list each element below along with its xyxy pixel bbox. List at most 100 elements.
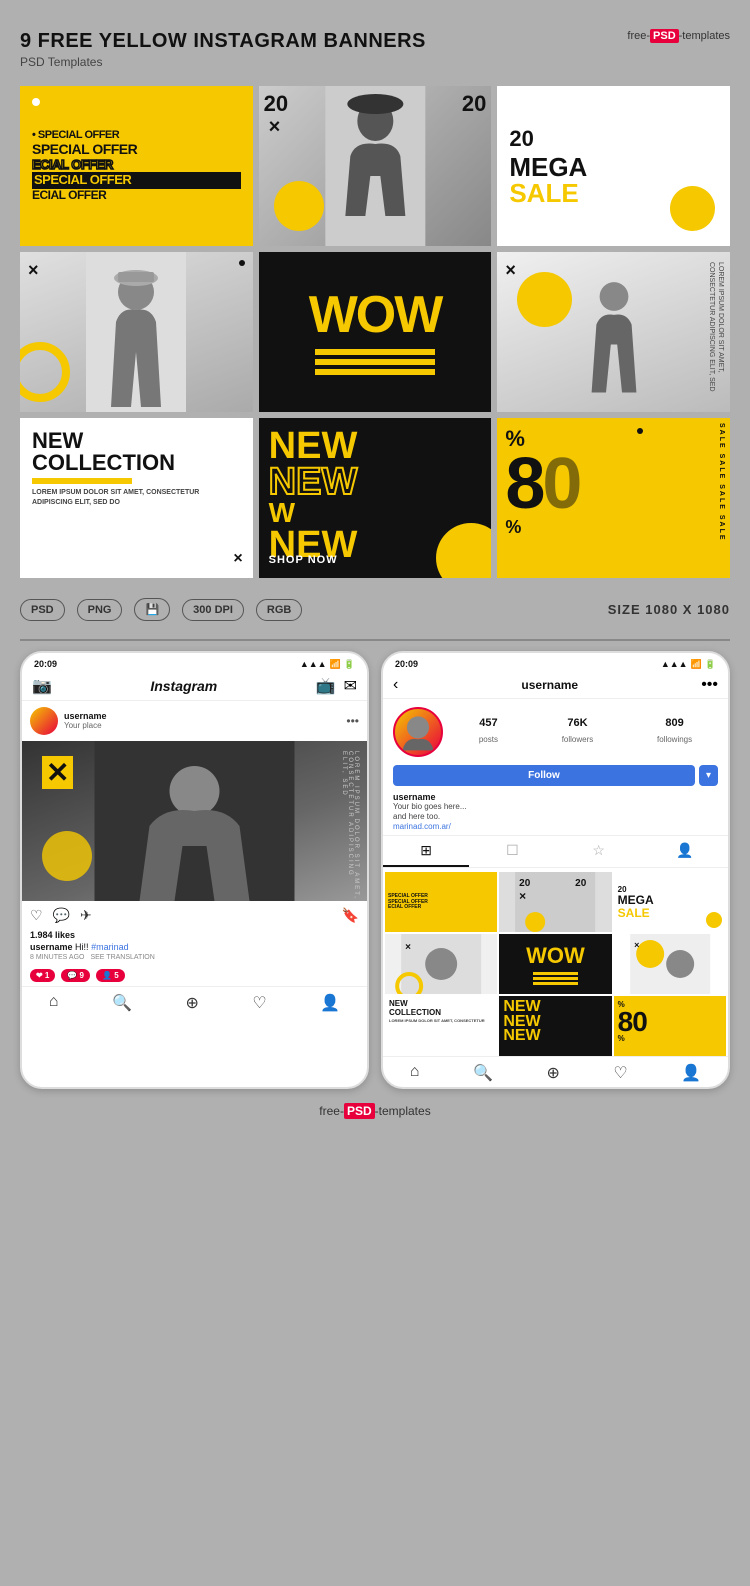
wifi-icon: 📶 [330,659,341,670]
status-icons-left: ▲▲▲ 📶 🔋 [300,659,355,670]
post-img-cross: ✕ [42,756,73,789]
dot-decoration [32,98,40,106]
back-icon[interactable]: ‹ [393,676,398,694]
profile-icon-r[interactable]: 👤 [681,1063,701,1083]
banner8-new3: W [269,500,482,527]
add-icon[interactable]: ⊕ [185,993,198,1013]
gc3-mega: MEGA [618,894,722,906]
grid-cell-2: 20 20 × [499,872,611,932]
post-image: ✕ LOREM IPSUM DOLOR SIT AMET, CONSECTETU… [22,741,367,901]
banner3-num: 20 [509,126,718,152]
tab-list[interactable]: ☐ [469,836,555,867]
follow-dropdown[interactable]: ▾ [699,765,718,786]
add-icon-r[interactable]: ⊕ [546,1063,559,1083]
banner3-circle [670,186,715,231]
insta-nav-icons: 📺 ✉ [316,676,357,696]
grid-cell-5: WOW [499,934,611,994]
followers-label: followers [562,735,594,744]
grid-cell-1: SPECIAL OFFERSPECIAL OFFERECIAL OFFER [385,872,497,932]
banner2-cross: × [269,116,281,139]
svg-text:20: 20 [575,878,587,889]
like-icon[interactable]: ♡ [30,907,43,924]
comment-icon[interactable]: 💬 [53,907,70,924]
banner2-num1: 20 [264,91,288,117]
profile-bio: username Your bio goes here... and here … [383,792,728,836]
badge-psd: PSD [20,599,65,621]
banner5-wow: WOW [309,289,442,341]
bookmark-icon[interactable]: 🔖 [342,907,359,924]
home-icon[interactable]: ⌂ [49,993,59,1013]
signal-icon: ▲▲▲ [300,659,327,669]
gc9-eighty: 80 [618,1009,722,1034]
home-icon-r[interactable]: ⌂ [410,1063,420,1083]
notif-badge-2: 💬 9 [61,969,90,982]
page-subtitle: PSD Templates [20,55,426,69]
banner8-new1: NEW [269,428,482,464]
page-title: 9 FREE YELLOW INSTAGRAM BANNERS [20,30,426,53]
post-options[interactable]: ••• [346,714,359,728]
badge-save: 💾 [134,598,170,621]
posts-label: posts [479,735,498,744]
banner4-cross: × [28,260,39,281]
bottom-nav-right: ⌂ 🔍 ⊕ ♡ 👤 [383,1056,728,1087]
banner9-vertical: SALE SALE SALE SALE [718,423,725,542]
insta-nav: 📷 Instagram 📺 ✉ [22,672,367,701]
see-translation[interactable]: SEE TRANSLATION [90,954,154,961]
camera-icon[interactable]: 📷 [32,676,52,696]
banner1-line2: SPECIAL OFFER [32,141,241,157]
footer: free-PSD-templates [20,1089,730,1126]
bio-username: username [393,792,718,802]
banner-sale-80: % 80 % SALE SALE SALE SALE [497,418,730,578]
format-section: PSD PNG 💾 300 DPI RGB SIZE 1080 X 1080 [20,590,730,629]
gc7-nc: NEWCOLLECTION [389,1000,493,1018]
tab-grid[interactable]: ⊞ [383,836,469,867]
more-options-icon[interactable]: ••• [701,676,718,694]
gc5-line2 [533,977,578,980]
stat-posts: 457 posts [479,717,498,747]
tab-tagged[interactable]: ☆ [556,836,642,867]
svg-text:×: × [405,942,411,953]
search-icon-r[interactable]: 🔍 [473,1063,493,1083]
post-likes: 1.984 likes [22,930,367,942]
banner1-line5: ECIAL OFFER [32,189,241,203]
banner-portrait-hat: × [20,252,253,412]
gc3-circle [706,912,722,928]
share-icon[interactable]: ✈ [80,907,92,924]
post-username: username [64,711,107,721]
search-icon[interactable]: 🔍 [112,993,132,1013]
grid-cell-3: 20 MEGA SALE [614,872,726,932]
caption-hashtag[interactable]: #marinad [91,942,129,952]
banner7-lorem: LOREM IPSUM DOLOR SIT AMET, CONSECTETUR … [32,488,241,508]
profile-username-nav: username [521,678,578,692]
follow-button[interactable]: Follow [393,765,695,786]
profile-icon[interactable]: 👤 [320,993,340,1013]
banner2-num2: 20 [462,91,486,117]
bio-link[interactable]: marinad.com.ar/ [393,822,718,831]
banner6-circle [517,272,572,327]
banner7-new: NEW [32,430,241,452]
banner3-mega: MEGA [509,154,718,180]
gc8-new: NEWNEWNEW [503,1000,607,1043]
time-ago: 8 MINUTES AGO [30,954,84,961]
heart-icon[interactable]: ♡ [252,993,266,1013]
banner5-line1 [315,349,435,355]
notification-bar: ❤ 1 💬 9 👤 5 [22,965,367,986]
profile-follow-row: Follow ▾ [383,765,728,792]
grid-cell-4: × [385,934,497,994]
badge-rgb: RGB [256,599,302,621]
grid-cell-7: NEWCOLLECTION LOREM IPSUM DOLOR SIT AMET… [385,996,497,1056]
banner-special-offer: • SPECIAL OFFER SPECIAL OFFER ECIAL OFFE… [20,86,253,246]
gc5-line1 [533,972,578,975]
tv-icon[interactable]: 📺 [316,676,336,696]
status-bar-left: 20:09 ▲▲▲ 📶 🔋 [22,653,367,672]
banner-portrait-text: × LOREM IPSUM DOLOR SIT AMET, CONSECTETU… [497,252,730,412]
banner1-line4: SPECIAL OFFER [32,172,241,189]
caption-username: username [30,942,73,952]
avatar [30,707,58,735]
gc5-lines [533,972,578,985]
send-icon[interactable]: ✉ [344,676,357,696]
heart-icon-r[interactable]: ♡ [613,1063,627,1083]
tab-saved[interactable]: 👤 [642,836,728,867]
signal-icon-r: ▲▲▲ [661,659,688,669]
banner4-dot [239,260,245,266]
